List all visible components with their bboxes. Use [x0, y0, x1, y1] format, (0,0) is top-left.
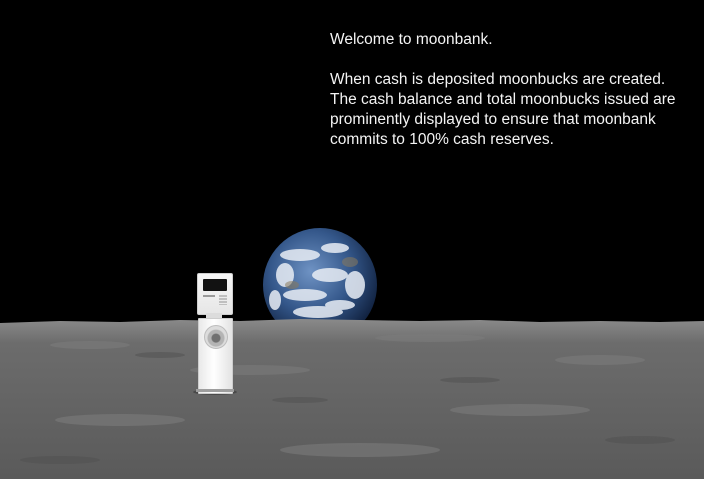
atm-base [196, 389, 234, 392]
moonbank-scene: Welcome to moonbank. When cash is deposi… [0, 0, 704, 479]
welcome-line: commits to 100% cash reserves. [330, 131, 554, 148]
atm-cash-dispenser[interactable] [204, 325, 228, 349]
atm-body [198, 318, 233, 394]
welcome-message: Welcome to moonbank. When cash is deposi… [330, 30, 690, 150]
welcome-line: The cash balance and total moonbucks iss… [330, 91, 676, 108]
atm-card-slot[interactable] [203, 295, 215, 297]
atm-head [197, 273, 233, 315]
atm-screen[interactable] [203, 279, 227, 291]
welcome-line: When cash is deposited moonbucks are cre… [330, 71, 666, 88]
welcome-title: Welcome to moonbank. [330, 31, 493, 48]
welcome-line: prominently displayed to ensure that moo… [330, 111, 656, 128]
atm-keypad[interactable] [219, 295, 227, 305]
atm-machine-icon[interactable] [196, 273, 234, 394]
